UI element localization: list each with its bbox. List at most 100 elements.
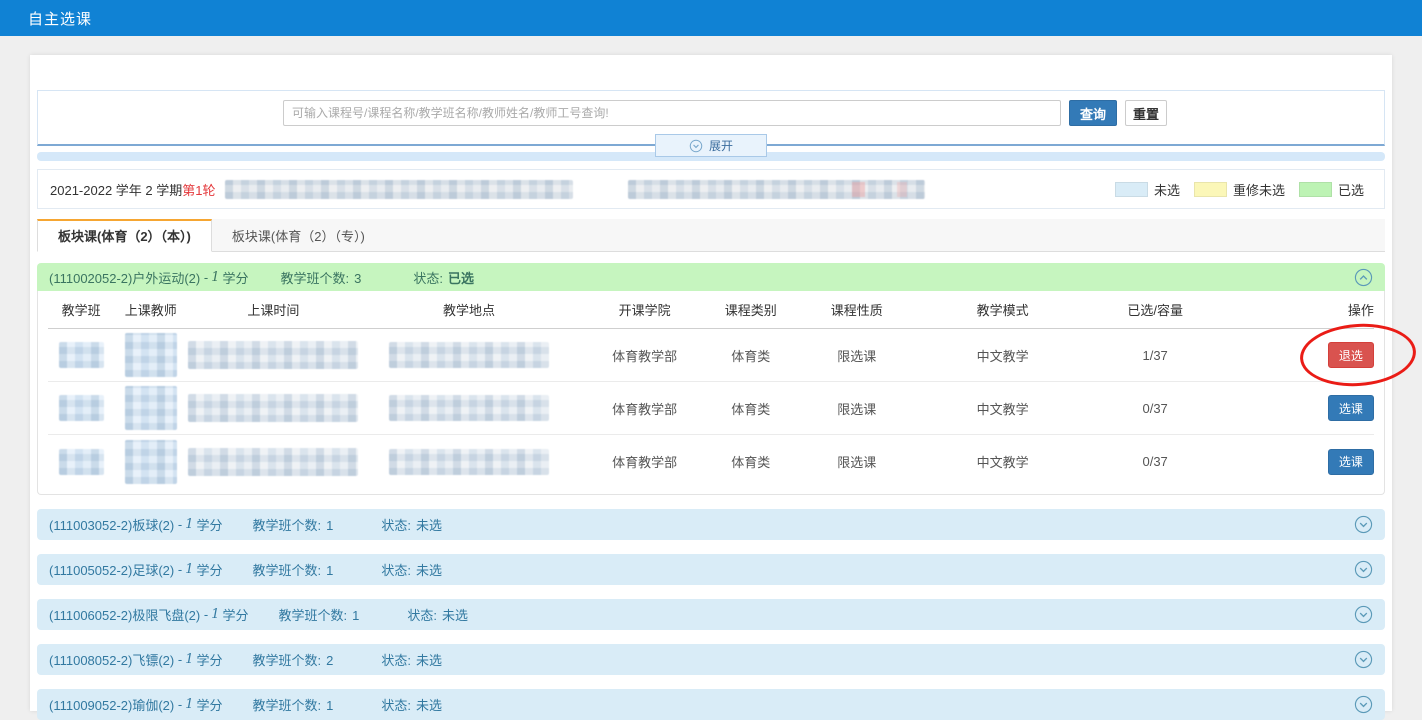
cell-college: 体育教学部 [578, 346, 711, 365]
col-header-action: 操作 [1228, 300, 1374, 319]
censored-teacher-name [125, 333, 177, 377]
censored-class-name [59, 395, 104, 421]
credit-unit: 学分 [223, 605, 249, 624]
cell-category: 体育类 [711, 346, 791, 365]
censored-class-name [59, 342, 104, 368]
censored-student-info [225, 180, 573, 199]
col-header-time: 上课时间 [187, 300, 359, 319]
censored-class-time [188, 448, 358, 476]
tab-pe-college[interactable]: 板块课(体育（2）（专）) [212, 219, 385, 251]
course-code-name: (111008052-2)飞镖(2) [49, 650, 174, 669]
credit-value: 1 [185, 562, 193, 577]
query-button[interactable]: 查询 [1069, 100, 1117, 126]
cell-category: 体育类 [711, 452, 791, 471]
col-header-college: 开课学院 [578, 300, 711, 319]
dash: - [178, 697, 182, 712]
selected-color-swatch [1299, 182, 1332, 197]
credit-value: 1 [211, 607, 219, 622]
course-panel-yoga[interactable]: (111009052-2)瑜伽(2) -1学分 教学班个数:1 状态:未选 [37, 689, 1385, 720]
status-label: 状态: [381, 563, 411, 578]
tab-pe-undergraduate[interactable]: 板块课(体育（2）（本）) [37, 219, 212, 252]
status-value: 未选 [416, 518, 442, 533]
course-code-name: (111009052-2)瑜伽(2) [49, 695, 174, 714]
classes-label: 教学班个数: [281, 271, 350, 286]
table-row: 体育教学部 体育类 限选课 中文教学 0/37 选课 [48, 435, 1374, 488]
select-course-button[interactable]: 选课 [1328, 395, 1374, 421]
status-value: 未选 [442, 608, 468, 623]
credit-value: 1 [185, 652, 193, 667]
classes-label: 教学班个数: [279, 608, 348, 623]
table-header-row: 教学班 上课教师 上课时间 教学地点 开课学院 课程类别 课程性质 教学模式 已… [48, 291, 1374, 329]
dash: - [178, 562, 182, 577]
cell-college: 体育教学部 [578, 452, 711, 471]
page-title[interactable]: 自主选课 [28, 8, 92, 29]
course-panel-soccer[interactable]: (111005052-2)足球(2) -1学分 教学班个数:1 状态:未选 [37, 554, 1385, 585]
censored-class-name [59, 449, 104, 475]
legend-selected: 已选 [1299, 180, 1364, 199]
course-panel-cricket[interactable]: (111003052-2)板球(2) -1学分 教学班个数:1 状态:未选 [37, 509, 1385, 540]
status-value: 未选 [416, 653, 442, 668]
course-category-tabs: 板块课(体育（2）（本）) 板块课(体育（2）（专）) [37, 219, 1385, 252]
censored-class-location [389, 395, 549, 421]
cell-capacity: 0/37 [1082, 401, 1228, 416]
status-value: 未选 [416, 563, 442, 578]
classes-count: 3 [354, 271, 361, 286]
search-input[interactable] [283, 100, 1061, 126]
course-code-name: (111005052-2)足球(2) [49, 560, 174, 579]
course-panel-ultimate-frisbee[interactable]: (111006052-2)极限飞盘(2) -1学分 教学班个数:1 状态:未选 [37, 599, 1385, 630]
cell-nature: 限选课 [791, 399, 924, 418]
censored-class-time [188, 341, 358, 369]
classes-count: 2 [326, 653, 333, 668]
cell-nature: 限选课 [791, 452, 924, 471]
top-nav-bar: 自主选课 [0, 0, 1422, 36]
expand-chevron-down-icon[interactable] [1354, 650, 1373, 669]
expand-chevron-down-icon[interactable] [1354, 695, 1373, 714]
course-code-name: (111002052-2)户外运动(2) [49, 268, 200, 287]
select-course-button[interactable]: 选课 [1328, 449, 1374, 475]
status-legend: 未选 重修未选 已选 [1115, 180, 1364, 199]
col-header-capacity: 已选/容量 [1082, 300, 1228, 319]
censored-teacher-name [125, 440, 177, 484]
cell-mode: 中文教学 [923, 346, 1082, 365]
dash: - [204, 607, 208, 622]
censored-teacher-name [125, 386, 177, 430]
credit-unit: 学分 [197, 695, 223, 714]
course-code-name: (111003052-2)板球(2) [49, 515, 174, 534]
expand-toggle[interactable]: 展开 [655, 134, 767, 157]
expand-chevron-down-icon[interactable] [1354, 605, 1373, 624]
reset-button[interactable]: 重置 [1125, 100, 1167, 126]
credit-unit: 学分 [197, 560, 223, 579]
course-panel-darts[interactable]: (111008052-2)飞镖(2) -1学分 教学班个数:2 状态:未选 [37, 644, 1385, 675]
col-header-category: 课程类别 [711, 300, 791, 319]
drop-course-button[interactable]: 退选 [1328, 342, 1374, 368]
censored-class-location [389, 342, 549, 368]
course-code-name: (111006052-2)极限飞盘(2) [49, 605, 200, 624]
semester-panel: 2021-2022 学年 2 学期第1轮 未选 重修未选 已选 [37, 169, 1385, 209]
legend-unselected-label: 未选 [1154, 180, 1180, 199]
status-label: 状态: [413, 271, 443, 286]
status-label: 状态: [407, 608, 437, 623]
censored-class-location [389, 449, 549, 475]
classes-count: 1 [352, 608, 359, 623]
chevron-down-circle-icon [689, 139, 703, 153]
expand-chevron-down-icon[interactable] [1354, 560, 1373, 579]
censored-class-time [188, 394, 358, 422]
class-table: 教学班 上课教师 上课时间 教学地点 开课学院 课程类别 课程性质 教学模式 已… [37, 291, 1385, 495]
dash: - [204, 270, 208, 285]
col-header-nature: 课程性质 [791, 300, 924, 319]
status-label: 状态: [381, 653, 411, 668]
classes-count: 1 [326, 563, 333, 578]
expand-chevron-down-icon[interactable] [1354, 515, 1373, 534]
semester-round: 第1轮 [182, 180, 215, 199]
course-header-selected[interactable]: (111002052-2)户外运动(2) -1学分 教学班个数:3 状态:已选 [37, 263, 1385, 291]
credit-value: 1 [185, 697, 193, 712]
collapse-chevron-up-icon[interactable] [1354, 268, 1373, 287]
main-panel: 查询 重置 展开 2021-2022 学年 2 学期第1轮 未选 重修未选 [30, 55, 1392, 711]
search-panel: 查询 重置 展开 [37, 90, 1385, 146]
unselected-color-swatch [1115, 182, 1148, 197]
legend-retake-label: 重修未选 [1233, 180, 1285, 199]
credit-unit: 学分 [223, 268, 249, 287]
retake-color-swatch [1194, 182, 1227, 197]
semester-term: 2021-2022 学年 2 学期 [50, 180, 182, 199]
classes-label: 教学班个数: [253, 563, 322, 578]
